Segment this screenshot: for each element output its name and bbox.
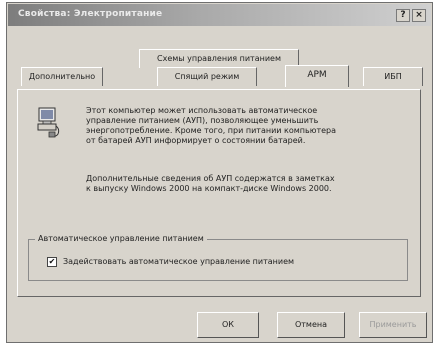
tab-apm[interactable]: APM [285, 65, 349, 87]
apm-group-box: Автоматическое управление питанием ✔ Зад… [28, 234, 408, 281]
info-line: Дополнительные сведения об АУП содержатс… [86, 174, 335, 183]
title-bar: Свойства: Электропитание ? × [8, 4, 431, 26]
help-button[interactable]: ? [396, 9, 410, 22]
enable-apm-label[interactable]: Задействовать автоматическое управление … [63, 257, 294, 266]
window-title: Свойства: Электропитание [18, 9, 163, 19]
group-label: Автоматическое управление питанием [35, 234, 207, 243]
close-button[interactable]: × [412, 9, 426, 22]
properties-dialog: Свойства: Электропитание ? × Схемы управ… [6, 2, 433, 343]
ok-button[interactable]: ОК [197, 312, 259, 338]
info-paragraph: Дополнительные сведения об АУП содержатс… [86, 174, 335, 194]
enable-apm-checkbox[interactable]: ✔ [47, 257, 57, 267]
tab-ups[interactable]: ИБП [363, 67, 423, 86]
info-line: к выпуску Windows 2000 на компакт-диске … [86, 184, 332, 193]
tab-advanced[interactable]: Дополнительно [21, 67, 103, 86]
description-line: от батарей АУП информирует о состоянии б… [86, 136, 306, 145]
apply-button[interactable]: Применить [359, 312, 427, 338]
cancel-button[interactable]: Отмена [277, 312, 345, 338]
description-paragraph: Этот компьютер может использовать автома… [86, 106, 336, 146]
description-line: энергопотребление. Кроме того, при питан… [86, 126, 337, 135]
description-line: Этот компьютер может использовать автома… [86, 106, 318, 115]
tab-hibernate[interactable]: Спящий режим [157, 67, 257, 86]
apm-tab-panel: Этот компьютер может использовать автома… [17, 89, 421, 297]
computer-monitor-icon [36, 106, 62, 138]
description-line: управление питанием (АУП), позволяющее у… [86, 116, 319, 125]
tab-power-schemes[interactable]: Схемы управления питанием [139, 49, 299, 68]
